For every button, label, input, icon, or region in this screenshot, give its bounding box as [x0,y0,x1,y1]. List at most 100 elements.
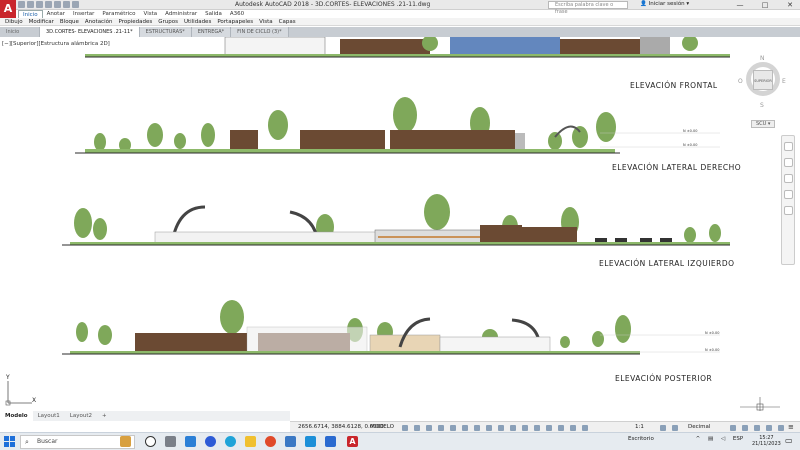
tab-administrar[interactable]: Administrar [161,10,201,18]
annotation-visibility-icon[interactable] [570,425,576,431]
panel-grupos[interactable]: Grupos [155,18,181,25]
object-snap-icon[interactable] [474,425,480,431]
viewcube-face-superior[interactable]: SUPERIOR [753,70,773,90]
print-icon[interactable] [54,1,61,8]
panel-portapapeles[interactable]: Portapapeles [214,18,256,25]
taskbar-search-input[interactable]: ⌕ Buscar [20,435,135,449]
snap-icon[interactable] [414,425,420,431]
save-as-icon[interactable] [45,1,52,8]
compass-north-label[interactable]: N [760,55,765,62]
tab-a360[interactable]: A360 [226,10,248,18]
selection-cycling-icon[interactable] [510,425,516,431]
annotation-monitor-icon[interactable] [672,425,678,431]
panel-anotacion[interactable]: Anotación [82,18,116,25]
3d-object-snap-icon[interactable] [522,425,528,431]
close-button[interactable]: ✕ [780,0,800,10]
tab-salida[interactable]: Salida [201,10,226,18]
open-icon[interactable] [27,1,34,8]
panel-utilidades[interactable]: Utilidades [181,18,214,25]
quick-properties-icon[interactable] [730,425,736,431]
gizmo-icon[interactable] [558,425,564,431]
hardware-acceleration-icon[interactable] [766,425,772,431]
save-icon[interactable] [36,1,43,8]
cortana-icon[interactable] [145,436,156,447]
units-dropdown[interactable]: Decimal [688,424,710,430]
tab-layout2[interactable]: Layout2 [65,411,97,421]
tab-inicio[interactable]: Inicio [18,10,43,18]
panel-bloque[interactable]: Bloque [57,18,82,25]
zoom-icon[interactable] [784,174,793,183]
autocad-logo-icon[interactable]: A [0,0,16,18]
mail-icon[interactable] [185,436,196,447]
transparency-icon[interactable] [498,425,504,431]
word-icon[interactable] [325,436,336,447]
model-space-toggle[interactable]: MODELO [370,424,394,430]
volume-icon[interactable]: ◁ [721,436,725,442]
desktop-toolbar-label[interactable]: Escritorio [628,436,654,442]
panel-vista[interactable]: Vista [256,18,276,25]
signin-button[interactable]: 👤 Iniciar sesión ▾ [640,1,689,7]
tab-vista[interactable]: Vista [140,10,162,18]
lock-ui-icon[interactable] [742,425,748,431]
viewcube[interactable]: SUPERIOR N S O E [738,40,788,120]
quick-access-toolbar[interactable] [18,1,79,9]
ucs-menu-button[interactable]: SCU ▾ [751,120,776,128]
redo-icon[interactable] [72,1,79,8]
panel-capas[interactable]: Capas [276,18,299,25]
maximize-button[interactable]: □ [755,0,775,10]
isolate-objects-icon[interactable] [754,425,760,431]
undo-icon[interactable] [63,1,70,8]
tab-anotar[interactable]: Anotar [43,10,69,18]
pan-icon[interactable] [784,158,793,167]
dynamic-ucs-icon[interactable] [534,425,540,431]
customization-menu-icon[interactable]: ≡ [788,423,794,431]
minimize-button[interactable]: — [730,0,750,10]
drawing-viewport[interactable]: [−][Superior][Estructura alámbrica 2D] N… [0,37,800,411]
tab-insertar[interactable]: Insertar [69,10,98,18]
zoom-app-icon[interactable] [205,436,216,447]
lineweight-icon[interactable] [486,425,492,431]
clean-screen-icon[interactable] [778,425,784,431]
isodraft-icon[interactable] [450,425,456,431]
tab-modelo[interactable]: Modelo [0,411,33,421]
notifications-icon[interactable]: ▭ [785,436,793,445]
compass-east-label[interactable]: E [782,78,786,85]
add-layout-button[interactable]: + [97,411,112,421]
object-snap-tracking-icon[interactable] [462,425,468,431]
compass-west-label[interactable]: O [738,78,743,85]
photos-icon[interactable] [305,436,316,447]
autocad-taskbar-icon[interactable]: A [347,436,358,447]
chrome-icon[interactable] [265,436,276,447]
annotation-scale-dropdown[interactable]: 1:1 [635,424,644,430]
language-indicator[interactable]: ESP [733,436,743,442]
tray-chevron-icon[interactable]: ^ [696,436,701,442]
grid-icon[interactable] [402,425,408,431]
polar-icon[interactable] [438,425,444,431]
orbit-icon[interactable] [784,190,793,199]
doc-tab-estructuras[interactable]: ESTRUCTURAS* [139,27,192,37]
panel-dibujo[interactable]: Dibujo [2,18,26,25]
network-icon[interactable]: ▤ [708,436,713,442]
showmotion-icon[interactable] [784,206,793,215]
store-icon[interactable] [285,436,296,447]
doc-tab-elevaciones[interactable]: 3D.CORTES- ELEVACIONES .21-11* [40,27,140,37]
workspace-switch-icon[interactable] [660,425,666,431]
doc-tab-inicio[interactable]: Inicio [0,27,40,37]
windows-start-icon[interactable] [4,436,16,448]
selection-filter-icon[interactable] [546,425,552,431]
tab-parametrico[interactable]: Paramétrico [98,10,139,18]
clock[interactable]: 15:27 21/11/2023 [752,435,781,447]
file-explorer-icon[interactable] [245,436,256,447]
new-icon[interactable] [18,1,25,8]
help-search-input[interactable]: Escriba palabra clave o frase [548,1,628,15]
compass-south-label[interactable]: S [760,102,764,109]
doc-tab-entrega[interactable]: ENTREGA* [191,27,232,37]
steering-wheel-icon[interactable] [784,142,793,151]
edge-browser-icon[interactable] [225,436,236,447]
tab-layout1[interactable]: Layout1 [33,411,65,421]
panel-modificar[interactable]: Modificar [26,18,57,25]
auto-scale-icon[interactable] [582,425,588,431]
panel-propiedades[interactable]: Propiedades [115,18,155,25]
ortho-icon[interactable] [426,425,432,431]
doc-tab-fin-de-ciclo[interactable]: FIN DE CICLO (3)* [231,27,289,37]
